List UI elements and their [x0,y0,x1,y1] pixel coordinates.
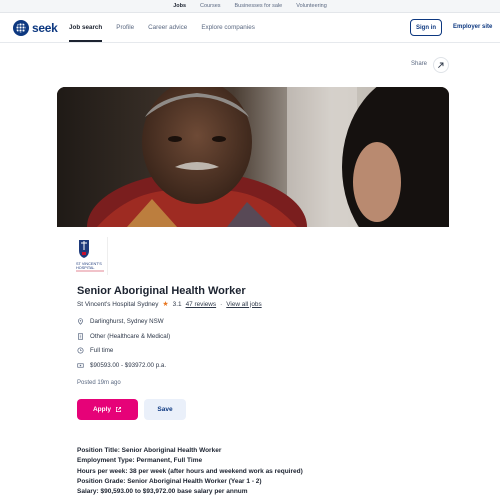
external-link-icon [116,407,122,412]
job-description: Position Title: Senior Aboriginal Health… [77,446,437,497]
sign-in-button[interactable]: Sign in [410,19,442,36]
nav-explore-companies[interactable]: Explore companies [201,24,255,42]
seek-logo[interactable]: seek [13,20,58,36]
location-row: Darlinghurst, Sydney NSW [77,318,164,325]
apply-button[interactable]: Apply [77,399,138,420]
company-rating: 3.1 [172,300,182,308]
description-line: Position Title: Senior Aboriginal Health… [77,447,222,454]
hero-image [57,87,449,227]
classification-row: Other (Healthcare & Medical) [77,333,170,340]
save-button[interactable]: Save [144,399,186,420]
share-label: Share [411,61,428,67]
company-line: St Vincent's Hospital Sydney ★ 3.1 47 re… [77,300,262,309]
nav-profile[interactable]: Profile [116,24,134,42]
description-line: Employment Type: Permanent, Full Time [77,457,203,465]
work-type-row: Full time [77,347,113,354]
top-strip: Jobs Courses Businesses for sale Volunte… [0,0,500,13]
salary-row: $90593.00 - $93972.00 p.a. [77,362,166,369]
topbar-link-jobs[interactable]: Jobs [173,3,186,9]
svg-text:HOSPITAL: HOSPITAL [76,266,95,270]
share-icon [438,62,444,68]
posted-time: Posted 19m ago [77,380,121,386]
job-work-type: Full time [90,347,114,354]
seek-logo-icon [13,20,29,36]
nav-job-search[interactable]: Job search [69,24,102,42]
description-line: Hours per week: 38 per week (after hours… [77,467,303,475]
classification-icon [78,333,83,340]
share-button[interactable] [433,57,449,73]
seek-logo-text: seek [32,21,58,35]
view-all-jobs-link[interactable]: View all jobs [226,301,261,308]
header: seek Job search Profile Career advice Ex… [0,13,500,43]
topbar-link-volunteering[interactable]: Volunteering [296,3,327,9]
main-nav: Job search Profile Career advice Explore… [69,24,255,42]
star-icon: ★ [162,301,169,308]
topbar-link-businesses[interactable]: Businesses for sale [235,3,283,9]
clock-icon [77,347,84,354]
employer-site-link[interactable]: Employer site [453,24,492,30]
reviews-link[interactable]: 47 reviews [186,301,217,308]
job-salary: $90593.00 - $93972.00 p.a. [90,362,167,369]
salary-icon [77,363,84,368]
company-name[interactable]: St Vincent's Hospital Sydney [77,301,158,308]
separator-dot: · [220,300,223,308]
job-classification: Other (Healthcare & Medical) [90,333,171,340]
description-line: Salary: $90,593.00 to $93,972.00 base sa… [77,488,248,496]
topbar-link-courses[interactable]: Courses [200,3,220,9]
location-icon [78,318,83,325]
description-line: Position Grade: Senior Aboriginal Health… [77,477,262,485]
company-logo: ST VINCENT'S HOSPITAL [72,237,108,275]
job-title: Senior Aboriginal Health Worker [77,285,246,297]
apply-button-label: Apply [92,406,112,413]
job-location: Darlinghurst, Sydney NSW [90,318,164,325]
nav-career-advice[interactable]: Career advice [148,24,187,42]
